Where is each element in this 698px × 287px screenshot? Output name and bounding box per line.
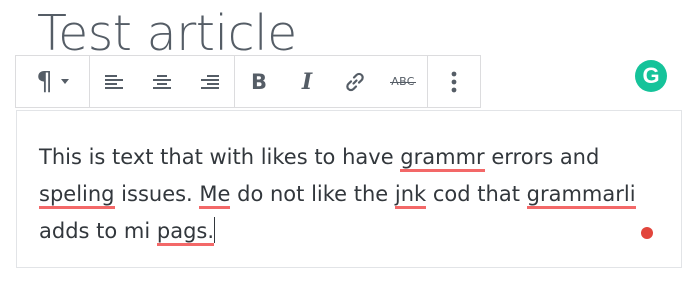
bold-icon: B [250, 69, 267, 94]
align-center-button[interactable] [138, 56, 186, 107]
italic-button[interactable]: I [283, 56, 331, 107]
more-group [428, 56, 480, 107]
strikethrough-button[interactable]: ABC [379, 56, 427, 107]
text-cursor [214, 217, 216, 243]
align-left-icon [105, 74, 123, 89]
italic-icon: I [301, 68, 313, 95]
paragraph-block[interactable]: This is text that with likes to have gra… [16, 110, 682, 268]
strikethrough-icon: ABC [390, 75, 416, 88]
block-toolbar: ¶ B I ABC [15, 55, 481, 108]
formatting-group: B I ABC [235, 56, 428, 107]
pilcrow-icon: ¶ [36, 66, 53, 97]
paragraph-block-switcher-button[interactable]: ¶ [16, 56, 89, 107]
spelling-error-word[interactable]: jnk [394, 182, 427, 209]
alignment-group [90, 56, 235, 107]
paragraph-text[interactable]: This is text that with likes to have gra… [39, 139, 659, 250]
align-center-icon [153, 74, 171, 89]
text-segment: cod that [426, 182, 527, 206]
bold-button[interactable]: B [235, 56, 283, 107]
text-segment: errors and [484, 145, 607, 169]
text-segment: This is text that with likes to have [39, 145, 401, 169]
more-options-button[interactable] [428, 56, 480, 107]
grammarly-badge-letter: G [642, 63, 660, 88]
spelling-error-word[interactable]: grammarli [526, 182, 636, 209]
link-button[interactable] [331, 56, 379, 107]
grammarly-badge-icon[interactable]: G [635, 60, 667, 92]
text-segment: do not like the [230, 182, 395, 206]
align-left-button[interactable] [90, 56, 138, 107]
grammarly-status-dot[interactable] [641, 227, 653, 239]
text-segment: issues. [114, 182, 200, 206]
align-right-icon [201, 74, 219, 89]
spelling-error-word[interactable]: grammr [400, 145, 485, 172]
caret-down-icon [60, 78, 69, 85]
vertical-ellipsis-icon [451, 71, 457, 92]
link-icon [346, 72, 364, 91]
spelling-error-word[interactable]: Me [199, 182, 231, 209]
spelling-error-word[interactable]: speling [39, 182, 115, 209]
block-switcher-group: ¶ [16, 56, 90, 107]
editor-page: Test article ¶ B I ABC G This is text th… [0, 0, 698, 287]
spelling-error-word[interactable]: pags. [156, 219, 215, 246]
align-right-button[interactable] [186, 56, 234, 107]
